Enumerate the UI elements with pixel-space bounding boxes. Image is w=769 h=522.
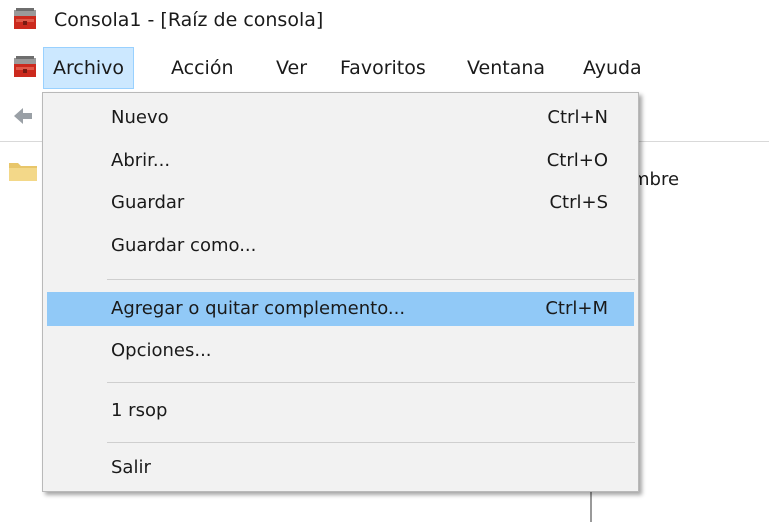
- menu-ver[interactable]: Ver: [267, 47, 316, 89]
- window-title: Consola1 - [Raíz de consola]: [54, 9, 324, 31]
- menu-item-shortcut: Ctrl+N: [547, 107, 608, 128]
- menu-ventana[interactable]: Ventana: [458, 47, 554, 89]
- menu-item-guardar-como[interactable]: Guardar como...: [47, 229, 634, 263]
- menu-item-label: Opciones...: [111, 340, 212, 361]
- menu-bar: Archivo Acción Ver Favoritos Ventana Ayu…: [0, 45, 769, 91]
- title-bar: Consola1 - [Raíz de consola]: [0, 0, 769, 40]
- menu-ayuda[interactable]: Ayuda: [574, 47, 651, 89]
- back-arrow-icon[interactable]: [12, 106, 34, 126]
- menu-separator: [107, 382, 635, 383]
- menu-item-label: Agregar o quitar complemento...: [111, 298, 406, 319]
- menu-item-label: Guardar: [111, 192, 185, 213]
- mmc-toolbox-icon: [14, 8, 36, 29]
- menu-favoritos[interactable]: Favoritos: [331, 47, 435, 89]
- menu-item-shortcut: Ctrl+S: [549, 192, 608, 213]
- menu-item-label: Abrir...: [111, 150, 171, 171]
- menu-accion[interactable]: Acción: [162, 47, 243, 89]
- column-header-name[interactable]: mbre: [632, 169, 679, 190]
- folder-icon[interactable]: [8, 160, 38, 182]
- menu-item-agregar-quitar-complemento[interactable]: Agregar o quitar complemento... Ctrl+M: [47, 292, 634, 326]
- menu-item-guardar[interactable]: Guardar Ctrl+S: [47, 186, 634, 220]
- menu-item-opciones[interactable]: Opciones...: [47, 334, 634, 368]
- menu-item-label: Guardar como...: [111, 235, 257, 256]
- system-menu-icon[interactable]: [12, 55, 38, 79]
- menu-separator: [107, 279, 635, 280]
- menu-item-label: 1 rsop: [111, 400, 168, 421]
- menu-item-nuevo[interactable]: Nuevo Ctrl+N: [47, 101, 634, 135]
- menu-separator: [107, 442, 635, 443]
- menu-item-shortcut: Ctrl+O: [546, 150, 608, 171]
- menu-item-label: Salir: [111, 457, 151, 478]
- menu-item-shortcut: Ctrl+M: [545, 298, 608, 319]
- menu-item-salir[interactable]: Salir: [47, 451, 634, 485]
- menu-item-label: Nuevo: [111, 107, 169, 128]
- menu-archivo[interactable]: Archivo: [43, 47, 135, 89]
- menu-item-abrir[interactable]: Abrir... Ctrl+O: [47, 144, 634, 178]
- file-menu-dropdown: Nuevo Ctrl+N Abrir... Ctrl+O Guardar Ctr…: [42, 92, 639, 492]
- menu-item-recent-rsop[interactable]: 1 rsop: [47, 394, 634, 428]
